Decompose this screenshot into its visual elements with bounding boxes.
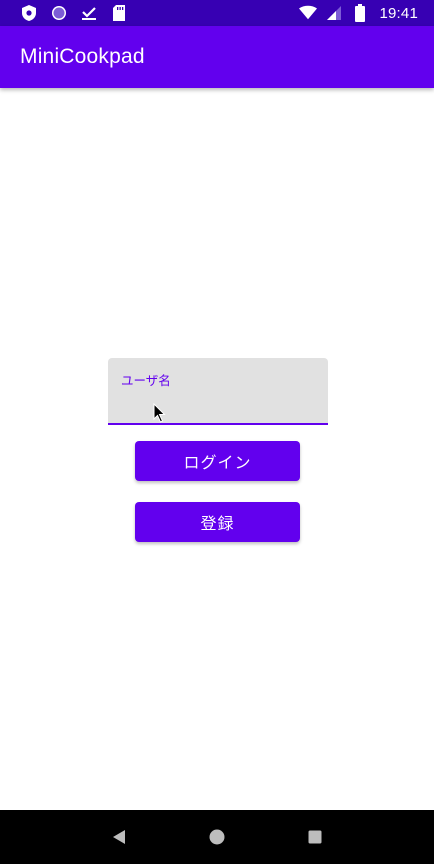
circle-icon <box>50 4 68 22</box>
download-done-icon <box>80 4 98 22</box>
username-input[interactable] <box>121 392 315 416</box>
mouse-pointer-icon <box>153 402 167 425</box>
app-title: MiniCookpad <box>20 45 145 68</box>
status-bar: 19:41 <box>0 0 434 26</box>
device-screen: 19:41 MiniCookpad ユーザ名 ログイン 登録 <box>0 0 434 864</box>
sd-card-icon <box>110 4 128 22</box>
app-bar: MiniCookpad <box>0 26 434 88</box>
recents-icon[interactable] <box>303 825 327 849</box>
login-button[interactable]: ログイン <box>135 441 300 481</box>
navigation-bar <box>0 810 434 864</box>
back-icon[interactable] <box>107 825 131 849</box>
shield-icon <box>20 4 38 22</box>
username-field[interactable]: ユーザ名 <box>108 358 328 425</box>
register-button[interactable]: 登録 <box>135 502 300 542</box>
wifi-icon <box>299 4 318 22</box>
battery-icon <box>351 4 369 22</box>
home-icon[interactable] <box>205 825 229 849</box>
username-label: ユーザ名 <box>121 373 171 388</box>
status-left <box>20 0 128 26</box>
signal-icon <box>325 4 343 22</box>
clock: 19:41 <box>379 4 418 22</box>
status-right: 19:41 <box>299 0 418 26</box>
